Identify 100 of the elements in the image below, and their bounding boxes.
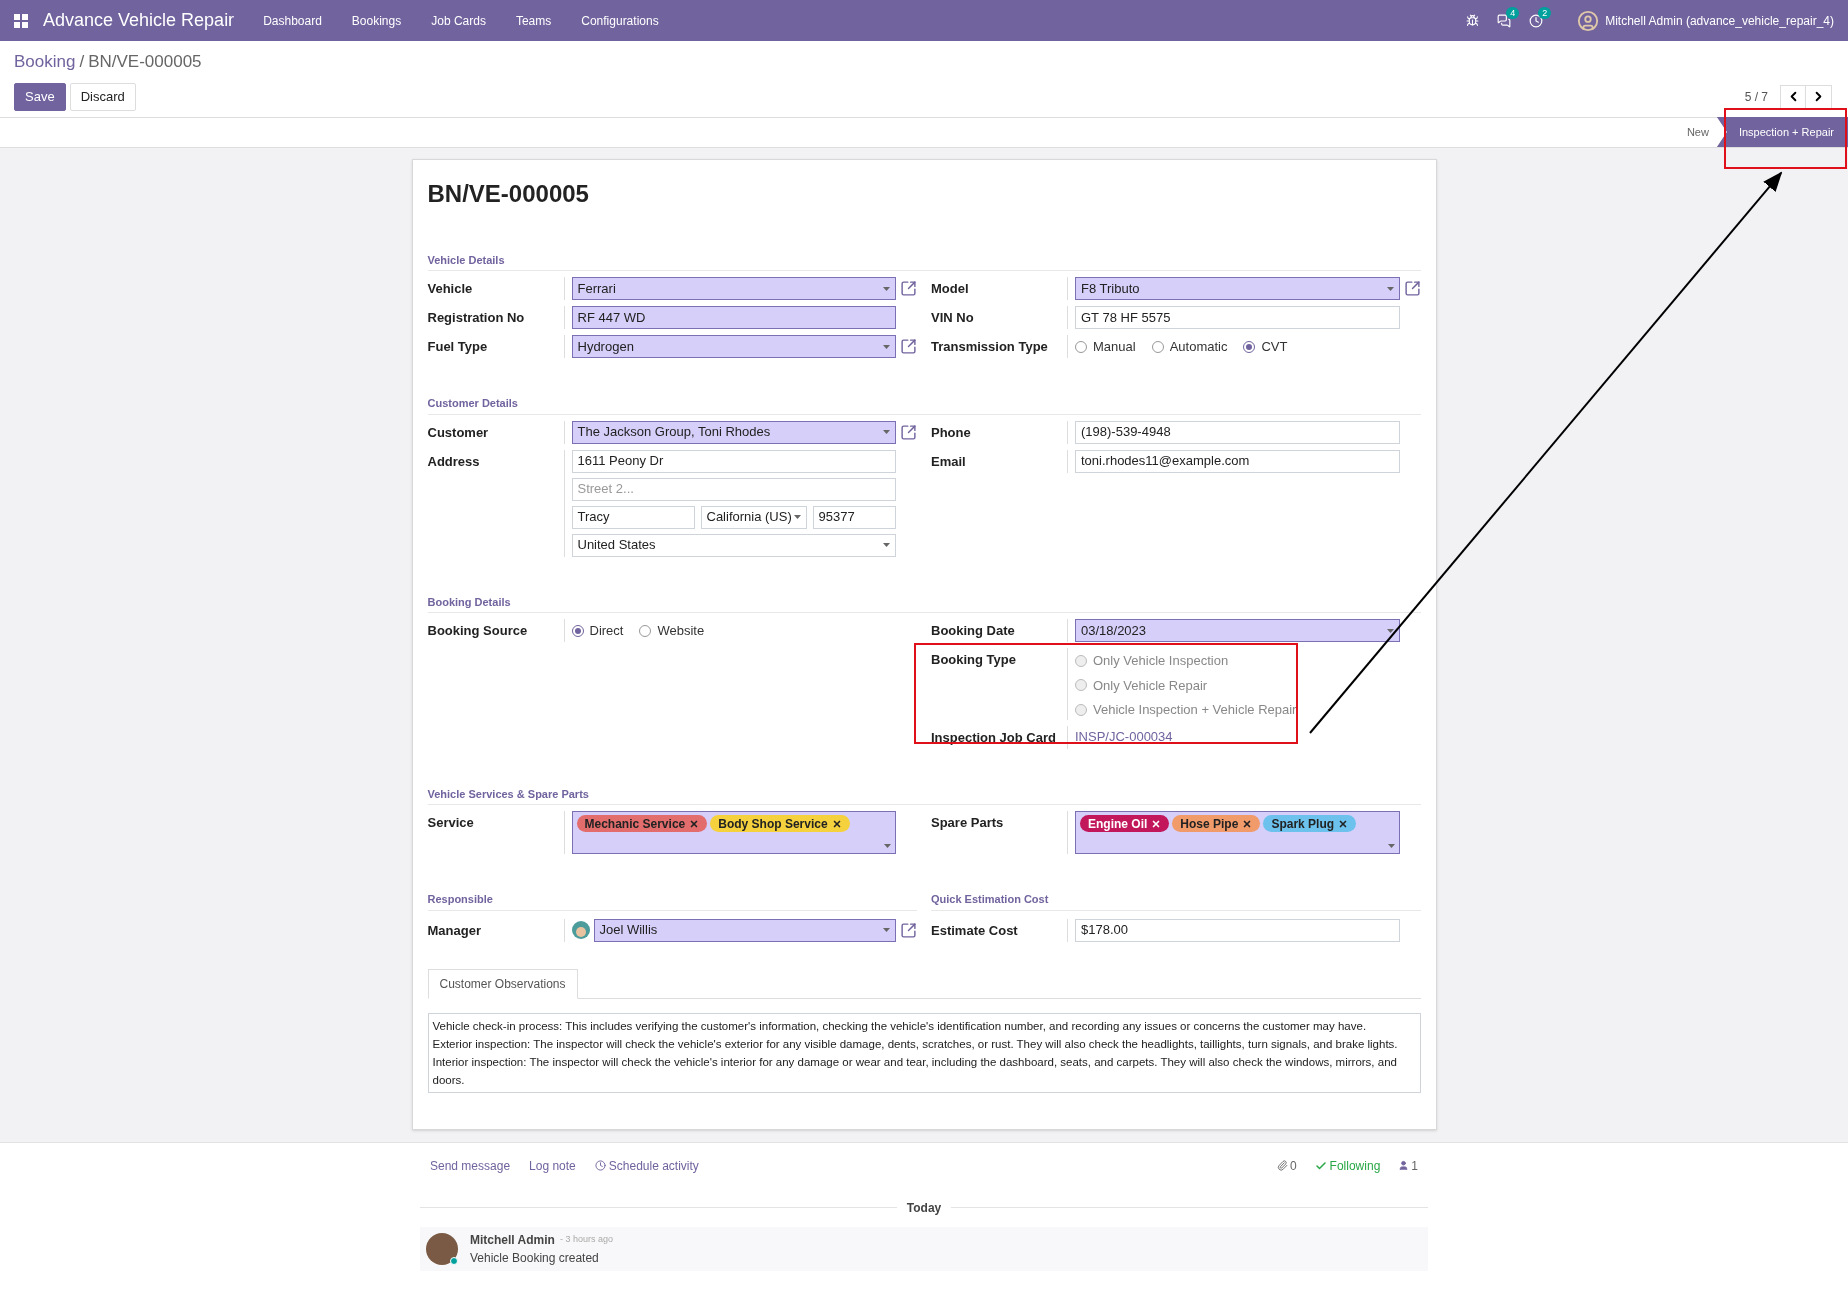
- tags-field[interactable]: Engine Oil Hose Pipe Spark Plug: [1075, 811, 1400, 854]
- input-field[interactable]: RF 447 WD: [571, 306, 896, 329]
- remove-icon[interactable]: [689, 818, 700, 829]
- menu-item[interactable]: Bookings: [336, 11, 417, 30]
- tag[interactable]: Body Shop Service: [710, 815, 850, 832]
- followers-button[interactable]: 1: [1398, 1156, 1418, 1175]
- remove-icon[interactable]: [1242, 818, 1253, 829]
- radio-button[interactable]: [1075, 679, 1087, 692]
- user-menu[interactable]: Mitchell Admin (advance_vehicle_repair_4): [1605, 11, 1834, 30]
- state-field[interactable]: California (US): [700, 505, 807, 529]
- tags-field[interactable]: Mechanic Service Body Shop Service: [571, 811, 896, 854]
- message-author: Mitchell Admin: [470, 1231, 555, 1249]
- discard-button[interactable]: Discard: [69, 82, 136, 111]
- dropdown-field[interactable]: Hydrogen: [571, 335, 896, 358]
- field-label: Spare Parts: [931, 814, 1005, 832]
- remove-icon[interactable]: [831, 818, 842, 829]
- radio-button[interactable]: [1075, 654, 1087, 667]
- radio-button[interactable]: [1151, 340, 1164, 353]
- section-heading: Quick Estimation Cost: [931, 891, 1049, 911]
- chatter-action[interactable]: Send message: [430, 1156, 511, 1175]
- pager-value: 5 / 7: [1744, 88, 1768, 106]
- caret-icon: [1386, 628, 1394, 633]
- save-button[interactable]: Save: [14, 82, 66, 111]
- field-label: Model: [931, 280, 970, 298]
- stage-button[interactable]: Inspection + Repair: [1716, 117, 1848, 147]
- bug-icon[interactable]: [1466, 14, 1480, 27]
- avatar: [426, 1232, 458, 1265]
- field-label: Vehicle: [427, 280, 474, 298]
- caret-icon: [883, 928, 890, 932]
- radio-button[interactable]: [639, 624, 652, 637]
- caret-icon: [884, 844, 891, 848]
- field-label: Booking Date: [931, 622, 1016, 640]
- input-field[interactable]: $178.00: [1075, 918, 1400, 942]
- radio-button[interactable]: [1075, 703, 1087, 716]
- message-time: - 3 hours ago: [559, 1232, 613, 1246]
- radio-button[interactable]: [1075, 340, 1087, 353]
- previous-button[interactable]: [1780, 84, 1806, 109]
- tag[interactable]: Spark Plug: [1263, 815, 1357, 832]
- dropdown-field[interactable]: Joel Willis: [593, 918, 896, 942]
- tag[interactable]: Engine Oil: [1080, 815, 1170, 832]
- zip-field[interactable]: 95377: [812, 505, 896, 529]
- radio-label: Website: [657, 621, 705, 640]
- field-label: Transmission Type: [931, 338, 1049, 356]
- street-field[interactable]: 1611 Peony Dr: [571, 449, 896, 473]
- clock-icon: [594, 1160, 606, 1171]
- field-label: Booking Type: [931, 651, 1017, 669]
- menu-item[interactable]: Job Cards: [416, 11, 501, 30]
- external-link-icon[interactable]: [1403, 280, 1421, 297]
- menu-item[interactable]: Dashboard: [248, 11, 337, 30]
- attachments-button[interactable]: 0: [1276, 1156, 1297, 1175]
- city-field[interactable]: Tracy: [571, 505, 695, 529]
- radio-label: Only Vehicle Repair: [1093, 676, 1208, 695]
- remove-icon[interactable]: [1338, 818, 1349, 829]
- external-link-icon[interactable]: [900, 423, 917, 441]
- dropdown-field[interactable]: Ferrari: [571, 277, 896, 300]
- field-label: Phone: [931, 423, 972, 442]
- external-link-icon[interactable]: [900, 921, 917, 939]
- dropdown-field[interactable]: 03/18/2023: [1075, 619, 1400, 642]
- caret-icon: [1387, 844, 1395, 848]
- app-name[interactable]: Advance Vehicle Repair: [43, 7, 235, 34]
- record-title: BN/VE-000005: [427, 178, 590, 209]
- chatter-action[interactable]: Schedule activity: [594, 1156, 699, 1175]
- dropdown-field[interactable]: F8 Tributo: [1075, 277, 1400, 300]
- next-button[interactable]: [1806, 84, 1832, 109]
- apps-icon[interactable]: [14, 13, 28, 28]
- radio-label: CVT: [1261, 337, 1288, 356]
- chat-icon[interactable]: [1497, 13, 1512, 28]
- date-divider: Today: [906, 1199, 942, 1217]
- caret-icon: [1386, 286, 1394, 291]
- breadcrumb-separator: /: [79, 51, 85, 73]
- external-link-icon[interactable]: [900, 280, 917, 297]
- dropdown-field[interactable]: The Jackson Group, Toni Rhodes: [571, 420, 896, 444]
- external-link-icon[interactable]: [900, 338, 917, 355]
- field-label: Inspection Job Card: [931, 728, 1057, 747]
- field-label: Fuel Type: [427, 338, 489, 356]
- tag[interactable]: Mechanic Service: [576, 815, 708, 832]
- stage-button[interactable]: New: [1678, 117, 1717, 147]
- radio-label: Automatic: [1169, 337, 1228, 356]
- observations-textarea[interactable]: Vehicle check-in process: This includes verifying the customer's information, checking the vehicle's identification number, and recording any issues or concerns the customer may have. Exterior inspection: The inspector will check the vehicle's exterior for any visible damage, dents, scratches, or rust. They will also check the headlights, taillights, turn signals, and brake lights. Interior inspection: The inspector will check the vehicle's interior for any damage or wear and tear, including the dashboard, seats, and carpets. They will also check the windows, mirrors, and doors.: [427, 1012, 1421, 1093]
- clock-icon[interactable]: [1529, 13, 1544, 28]
- notebook-tab[interactable]: Customer Observations: [427, 968, 578, 999]
- count-badge: 2: [1538, 6, 1552, 19]
- caret-icon: [883, 430, 890, 434]
- message-body: Vehicle Booking created: [470, 1249, 600, 1267]
- menu-item[interactable]: Configurations: [566, 11, 674, 30]
- job-card-link[interactable]: INSP/JC-000034: [1075, 725, 1421, 749]
- section-heading: Vehicle Services & Spare Parts: [427, 785, 1421, 805]
- chatter-action[interactable]: Log note: [529, 1156, 576, 1175]
- tag[interactable]: Hose Pipe: [1172, 815, 1261, 832]
- input-field[interactable]: (198)-539-4948: [1075, 420, 1400, 444]
- remove-icon[interactable]: [1151, 818, 1162, 829]
- check-icon: [1314, 1159, 1327, 1172]
- menu-item[interactable]: Teams: [500, 11, 567, 30]
- caret-icon: [883, 344, 890, 349]
- country-field[interactable]: United States: [571, 533, 896, 557]
- breadcrumb-link[interactable]: Booking: [14, 49, 76, 75]
- field-label: Service: [427, 814, 475, 832]
- avatar: [1577, 9, 1600, 32]
- input-field[interactable]: toni.rhodes11@example.com: [1075, 449, 1400, 473]
- input-field[interactable]: GT 78 HF 5575: [1075, 306, 1400, 329]
